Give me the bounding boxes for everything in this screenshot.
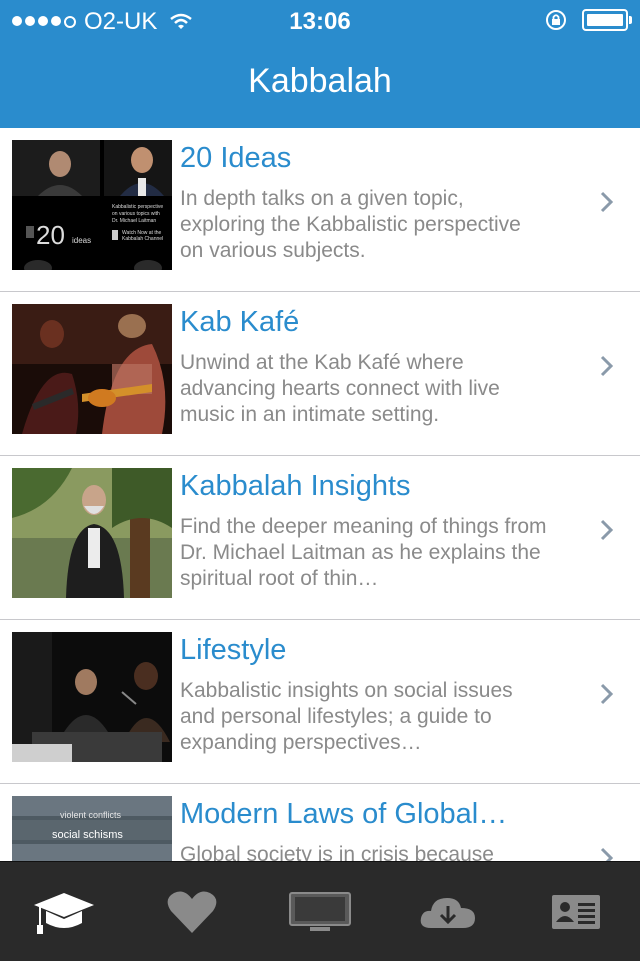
thumb-line1: Kabbalistic perspective: [112, 204, 163, 210]
thumb-watch2: Kabbalah Channel: [122, 236, 163, 242]
nav-header: O2-UK 13:06 Kabbalah: [0, 0, 640, 128]
chevron-right-icon: [600, 191, 614, 213]
item-description: Global society is in crisis because: [180, 843, 494, 861]
graduation-cap-icon: [34, 892, 94, 934]
item-title: Lifestyle: [180, 634, 287, 666]
thumb-line2: on various topics with: [112, 211, 160, 217]
item-description: Find the deeper meaning of things from D…: [180, 515, 547, 590]
rotation-lock-icon: [546, 10, 566, 30]
battery-icon: [582, 9, 632, 31]
tab-favorites[interactable]: [128, 862, 256, 961]
item-description: In depth talks on a given topic, explori…: [180, 187, 521, 262]
list-item-lifestyle[interactable]: Lifestyle Kabbalistic insights on social…: [0, 620, 640, 784]
thumbnail-modern-laws: violent conflicts social schisms: [12, 796, 172, 861]
item-title: 20 Ideas: [180, 142, 292, 174]
list-item-kabbalah-insights[interactable]: Kabbalah Insights Find the deeper meanin…: [0, 456, 640, 620]
thumbnail-kab-kafe: [12, 304, 172, 434]
page-title: Kabbalah: [248, 62, 392, 100]
thumbnail-kabbalah-insights: [12, 468, 172, 598]
list-item-kab-kafe[interactable]: Kab Kafé Unwind at the Kab Kafé where ad…: [0, 292, 640, 456]
tab-learn[interactable]: [0, 862, 128, 961]
tab-bar: [0, 861, 640, 961]
thumb-big-number: 20: [36, 220, 65, 250]
chevron-right-icon: [600, 683, 614, 705]
contact-card-icon: [552, 894, 600, 929]
cloud-download-icon: [420, 897, 475, 928]
status-bar: O2-UK 13:06: [0, 0, 640, 40]
thumb-ideas-word: ideas: [72, 236, 91, 245]
category-list: 20 ideas Kabbalistic perspective on vari…: [0, 128, 640, 861]
item-title: Kabbalah Insights: [180, 470, 411, 502]
chevron-right-icon: [600, 847, 614, 861]
thumbnail-lifestyle: [12, 632, 172, 762]
heart-icon: [167, 890, 217, 933]
item-title: Kab Kafé: [180, 306, 300, 338]
tab-downloads[interactable]: [384, 862, 512, 961]
list-item-20-ideas[interactable]: 20 ideas Kabbalistic perspective on vari…: [0, 128, 640, 292]
thumb-line3: Dr. Michael Laitman: [112, 218, 156, 224]
item-title: Modern Laws of Global…: [180, 798, 508, 830]
item-description: Unwind at the Kab Kafé where advancing h…: [180, 351, 500, 426]
tab-watch[interactable]: [256, 862, 384, 961]
item-description: Kabbalistic insights on social issues an…: [180, 679, 513, 754]
tab-contact[interactable]: [512, 862, 640, 961]
tv-icon: [289, 891, 351, 931]
thumb-line2: social schisms: [52, 829, 123, 841]
chevron-right-icon: [600, 519, 614, 541]
status-right: [544, 8, 632, 32]
thumbnail-20-ideas: 20 ideas Kabbalistic perspective on vari…: [12, 140, 172, 270]
thumb-line1: violent conflicts: [60, 810, 122, 820]
chevron-right-icon: [600, 355, 614, 377]
list-item-modern-laws[interactable]: violent conflicts social schisms Modern …: [0, 784, 640, 861]
